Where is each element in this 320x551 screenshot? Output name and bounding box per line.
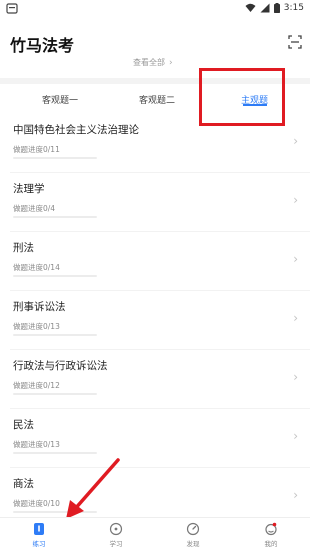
nav-label: 学习 — [109, 540, 123, 548]
list-item[interactable]: 法理学 做题进度0/4 › — [0, 173, 310, 232]
battery-icon — [273, 3, 280, 13]
scan-icon[interactable] — [288, 35, 302, 49]
subject-name: 中国特色社会主义法治理论 — [13, 124, 139, 136]
subject-name: 刑法 — [13, 242, 34, 254]
progress-text: 做题进度0/13 — [13, 440, 60, 449]
nav-label: 我的 — [264, 540, 278, 548]
tab-objective-2[interactable]: 客观题二 — [139, 93, 175, 106]
progress-text: 做题进度0/10 — [13, 499, 60, 508]
progress-bar — [13, 216, 97, 218]
progress-bar — [13, 334, 97, 336]
progress-bar — [13, 157, 97, 159]
chevron-right-icon: › — [293, 429, 298, 443]
list-item[interactable]: 行政法与行政诉讼法 做题进度0/12 › — [0, 350, 310, 409]
chevron-right-icon: › — [293, 252, 298, 266]
subject-name: 刑事诉讼法 — [13, 301, 66, 313]
status-bar: 3:15 — [0, 0, 310, 18]
progress-bar — [13, 393, 97, 395]
progress-text: 做题进度0/12 — [13, 381, 60, 390]
nav-practice[interactable]: 练习 — [19, 522, 59, 548]
progress-bar — [13, 275, 97, 277]
bottom-nav: 练习 学习 发现 我的 — [0, 517, 310, 551]
practice-icon — [34, 523, 44, 535]
notification-icon — [6, 3, 18, 14]
progress-text: 做题进度0/4 — [13, 204, 56, 213]
list-item[interactable]: 刑事诉讼法 做题进度0/13 › — [0, 291, 310, 350]
progress-text: 做题进度0/14 — [13, 263, 60, 272]
wifi-icon — [245, 3, 256, 12]
chevron-right-icon: › — [293, 134, 298, 148]
chevron-right-icon: › — [293, 193, 298, 207]
progress-bar — [13, 452, 97, 454]
subject-name: 行政法与行政诉讼法 — [13, 360, 108, 372]
list-item[interactable]: 中国特色社会主义法治理论 做题进度0/11 › — [0, 114, 310, 173]
subject-name: 法理学 — [13, 183, 45, 195]
chevron-right-icon: › — [293, 311, 298, 325]
profile-icon — [265, 522, 277, 536]
nav-discover[interactable]: 发现 — [173, 522, 213, 548]
annotation-arrow — [66, 458, 120, 519]
subject-name: 商法 — [13, 478, 34, 490]
nav-label: 练习 — [32, 540, 46, 548]
chevron-right-icon: › — [293, 370, 298, 384]
subject-name: 民法 — [13, 419, 34, 431]
list-item[interactable]: 刑法 做题进度0/14 › — [0, 232, 310, 291]
app-title: 竹马法考 — [10, 36, 75, 55]
nav-study[interactable]: 学习 — [96, 522, 136, 548]
chevron-right-icon: › — [293, 488, 298, 502]
list-item[interactable]: 民法 做题进度0/13 › — [0, 409, 310, 468]
chevron-right-icon: › — [169, 57, 173, 68]
tab-objective-1[interactable]: 客观题一 — [42, 93, 78, 106]
view-all-label: 查看全部 — [133, 58, 165, 67]
progress-text: 做题进度0/13 — [13, 322, 60, 331]
discover-icon — [186, 522, 200, 536]
view-all-link[interactable]: 查看全部 › — [133, 57, 173, 68]
status-time: 3:15 — [283, 3, 304, 13]
nav-profile[interactable]: 我的 — [251, 522, 291, 548]
study-icon — [109, 522, 123, 536]
signal-icon — [260, 3, 270, 13]
nav-label: 发现 — [186, 540, 200, 548]
progress-text: 做题进度0/11 — [13, 145, 60, 154]
